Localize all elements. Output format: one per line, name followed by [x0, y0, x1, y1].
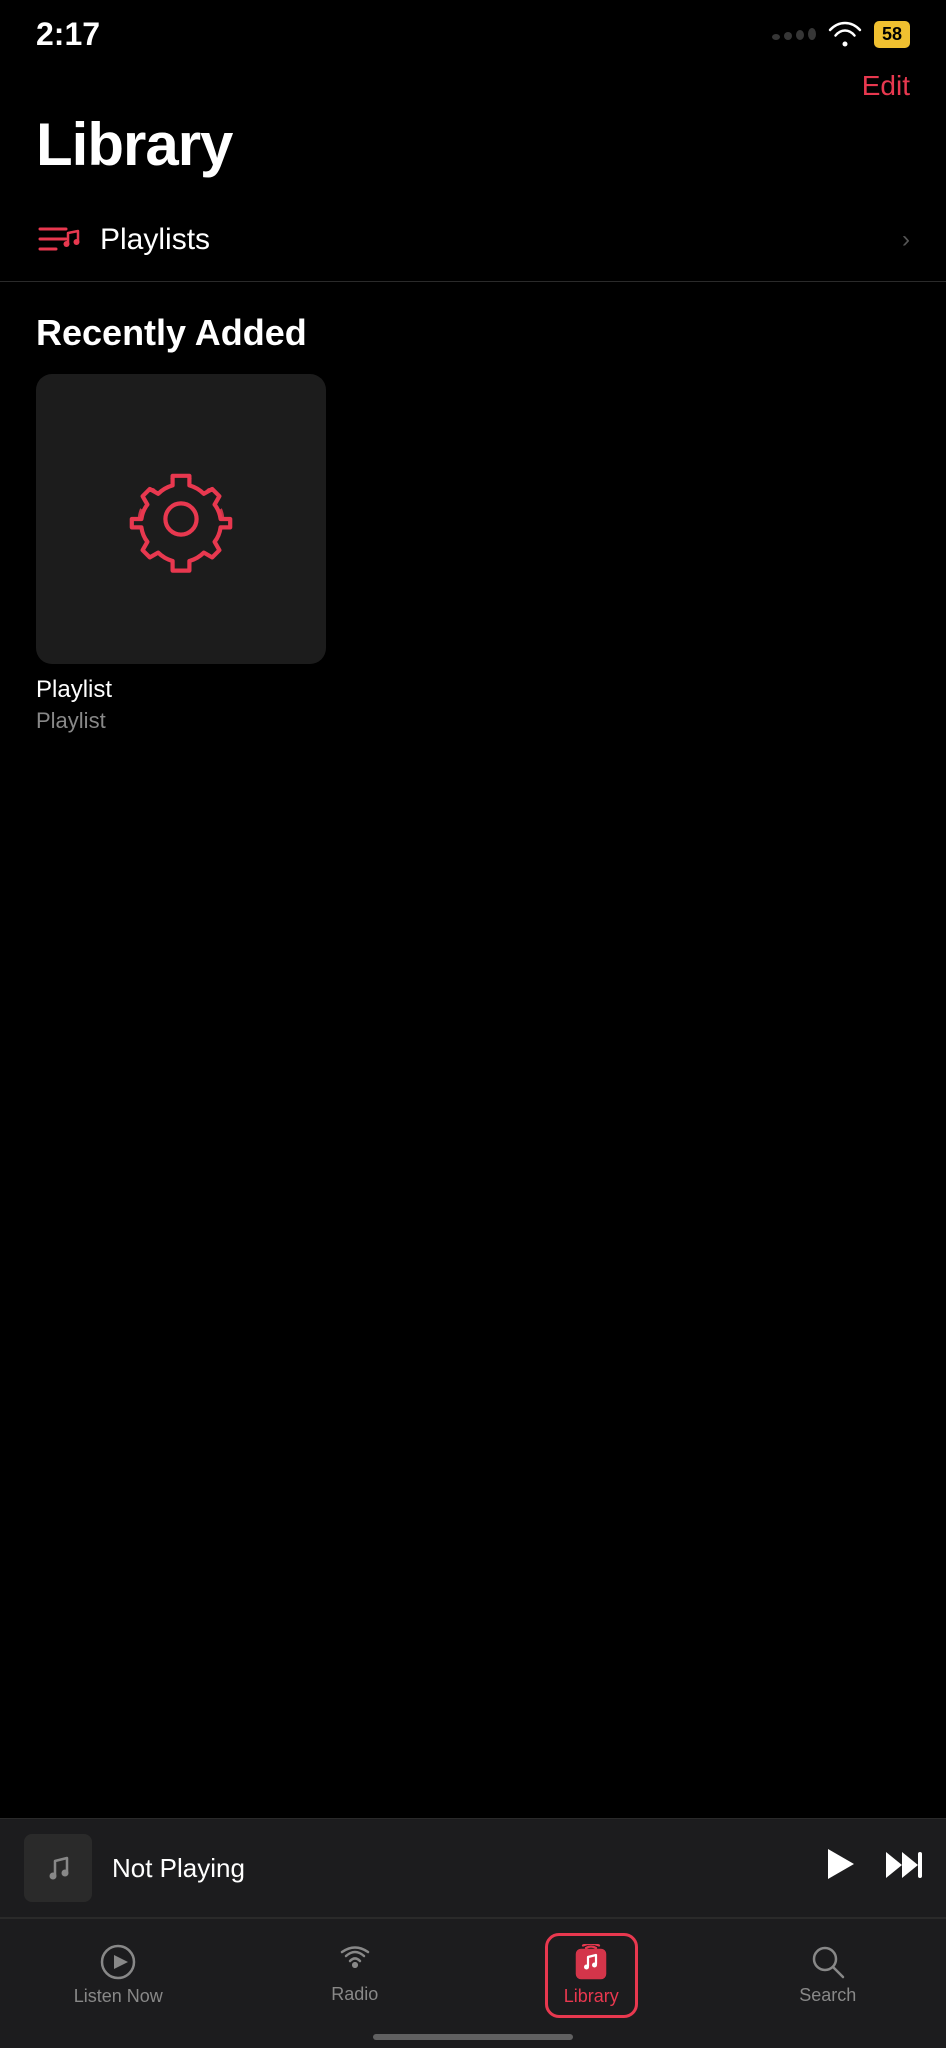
wifi-icon [828, 21, 862, 47]
album-art [36, 374, 326, 664]
home-indicator [373, 2034, 573, 2040]
status-bar: 2:17 58 [0, 0, 946, 60]
battery-indicator: 58 [874, 21, 910, 48]
music-note-icon [41, 1851, 75, 1885]
playlist-icon [36, 221, 80, 259]
album-item[interactable]: Playlist Playlist [36, 374, 326, 734]
signal-dots-icon [772, 28, 816, 40]
mini-player-title: Not Playing [112, 1853, 826, 1884]
mini-player[interactable]: Not Playing [0, 1818, 946, 1918]
playlists-row[interactable]: Playlists › [0, 199, 946, 282]
play-icon [826, 1847, 856, 1881]
edit-button[interactable]: Edit [862, 70, 910, 102]
tab-library-active-box: Library [545, 1933, 638, 2018]
play-button[interactable] [826, 1847, 856, 1889]
recently-added-title: Recently Added [0, 282, 946, 374]
tab-library-label: Library [564, 1986, 619, 2007]
tab-listen-now[interactable]: Listen Now [0, 1919, 237, 2020]
tab-search-label: Search [799, 1985, 856, 2006]
skip-forward-button[interactable] [884, 1850, 922, 1887]
tab-library[interactable]: Library [473, 1919, 710, 2020]
mini-player-art [24, 1834, 92, 1902]
tab-radio[interactable]: Radio [237, 1919, 474, 2020]
playlist-music-icon [36, 221, 80, 259]
gear-icon [121, 459, 241, 579]
album-name: Playlist [36, 676, 326, 704]
album-subtitle: Playlist [36, 708, 326, 734]
playlists-label: Playlists [100, 223, 902, 257]
album-grid: Playlist Playlist [0, 374, 946, 734]
mini-player-controls [826, 1847, 922, 1889]
page-title: Library [0, 102, 946, 199]
tab-radio-label: Radio [331, 1984, 378, 2005]
skip-forward-icon [884, 1850, 922, 1880]
tab-bar: Listen Now Radio Library [0, 1918, 946, 2048]
status-icons: 58 [772, 21, 910, 48]
chevron-right-icon: › [902, 226, 910, 254]
search-icon [811, 1945, 845, 1979]
radio-icon [336, 1946, 374, 1978]
library-icon [573, 1944, 609, 1980]
listen-now-icon [100, 1944, 136, 1980]
header-row: Edit [0, 60, 946, 102]
tab-search[interactable]: Search [710, 1919, 946, 2020]
tab-listen-now-label: Listen Now [74, 1986, 163, 2007]
status-time: 2:17 [36, 16, 100, 53]
